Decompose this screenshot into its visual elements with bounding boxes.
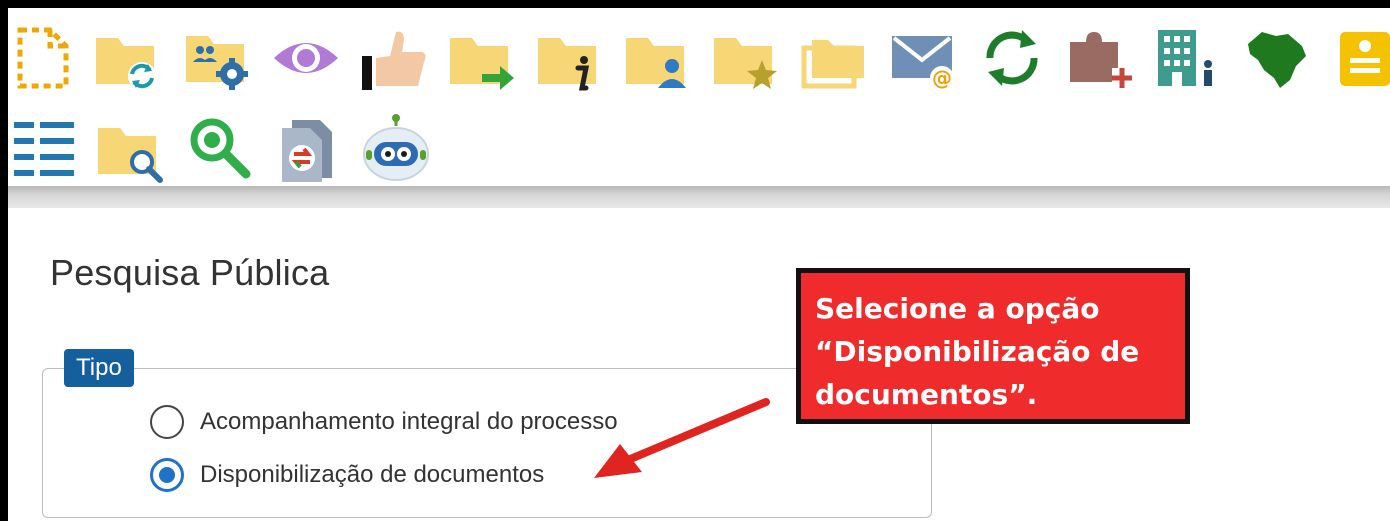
- callout-line: Selecione a opção: [815, 292, 1100, 325]
- robot-icon[interactable]: [360, 112, 432, 184]
- puzzle-add-icon[interactable]: [1064, 22, 1136, 94]
- folder-user-icon[interactable]: [622, 22, 694, 94]
- folder-search-icon[interactable]: [94, 112, 166, 184]
- option-disponibilizacao-documentos[interactable]: Disponibilização de documentos: [150, 455, 544, 495]
- building-person-icon[interactable]: [1152, 22, 1224, 94]
- refresh-icon[interactable]: [976, 22, 1048, 94]
- thumbs-up-icon[interactable]: [358, 22, 430, 94]
- callout-line: “Disponibilização de: [815, 335, 1140, 368]
- svg-text:@: @: [932, 66, 952, 90]
- instruction-callout: Selecione a opção “Disponibilização de d…: [796, 268, 1190, 424]
- brazil-map-icon[interactable]: [1240, 22, 1312, 94]
- folders-stack-icon[interactable]: [798, 22, 870, 94]
- folder-info-icon[interactable]: [534, 22, 606, 94]
- toolbar: @: [8, 8, 1390, 186]
- option-label: Disponibilização de documentos: [200, 461, 545, 488]
- document-transfer-icon[interactable]: [272, 112, 344, 184]
- page-title: Pesquisa Pública: [50, 252, 330, 293]
- email-icon[interactable]: @: [888, 22, 960, 94]
- folder-sync-icon[interactable]: [92, 22, 164, 94]
- list-icon[interactable]: [10, 112, 82, 184]
- yellow-document-icon[interactable]: [1330, 22, 1390, 94]
- radio-disponibilizacao-documentos[interactable]: [150, 458, 184, 492]
- option-acompanhamento-integral[interactable]: Acompanhamento integral do processo: [150, 402, 618, 442]
- folder-star-icon[interactable]: [710, 22, 782, 94]
- new-document-icon[interactable]: [10, 22, 82, 94]
- folder-forward-icon[interactable]: [446, 22, 518, 94]
- pointer-arrow: [594, 398, 770, 478]
- callout-line: documentos”.: [815, 378, 1038, 411]
- eye-icon[interactable]: [270, 22, 342, 94]
- folder-users-settings-icon[interactable]: [182, 22, 254, 94]
- radio-acompanhamento-integral[interactable]: [150, 405, 184, 439]
- zoom-icon[interactable]: [184, 112, 256, 184]
- tipo-legend: Tipo: [64, 349, 134, 387]
- toolbar-separator: [8, 186, 1390, 208]
- option-label: Acompanhamento integral do processo: [200, 408, 618, 435]
